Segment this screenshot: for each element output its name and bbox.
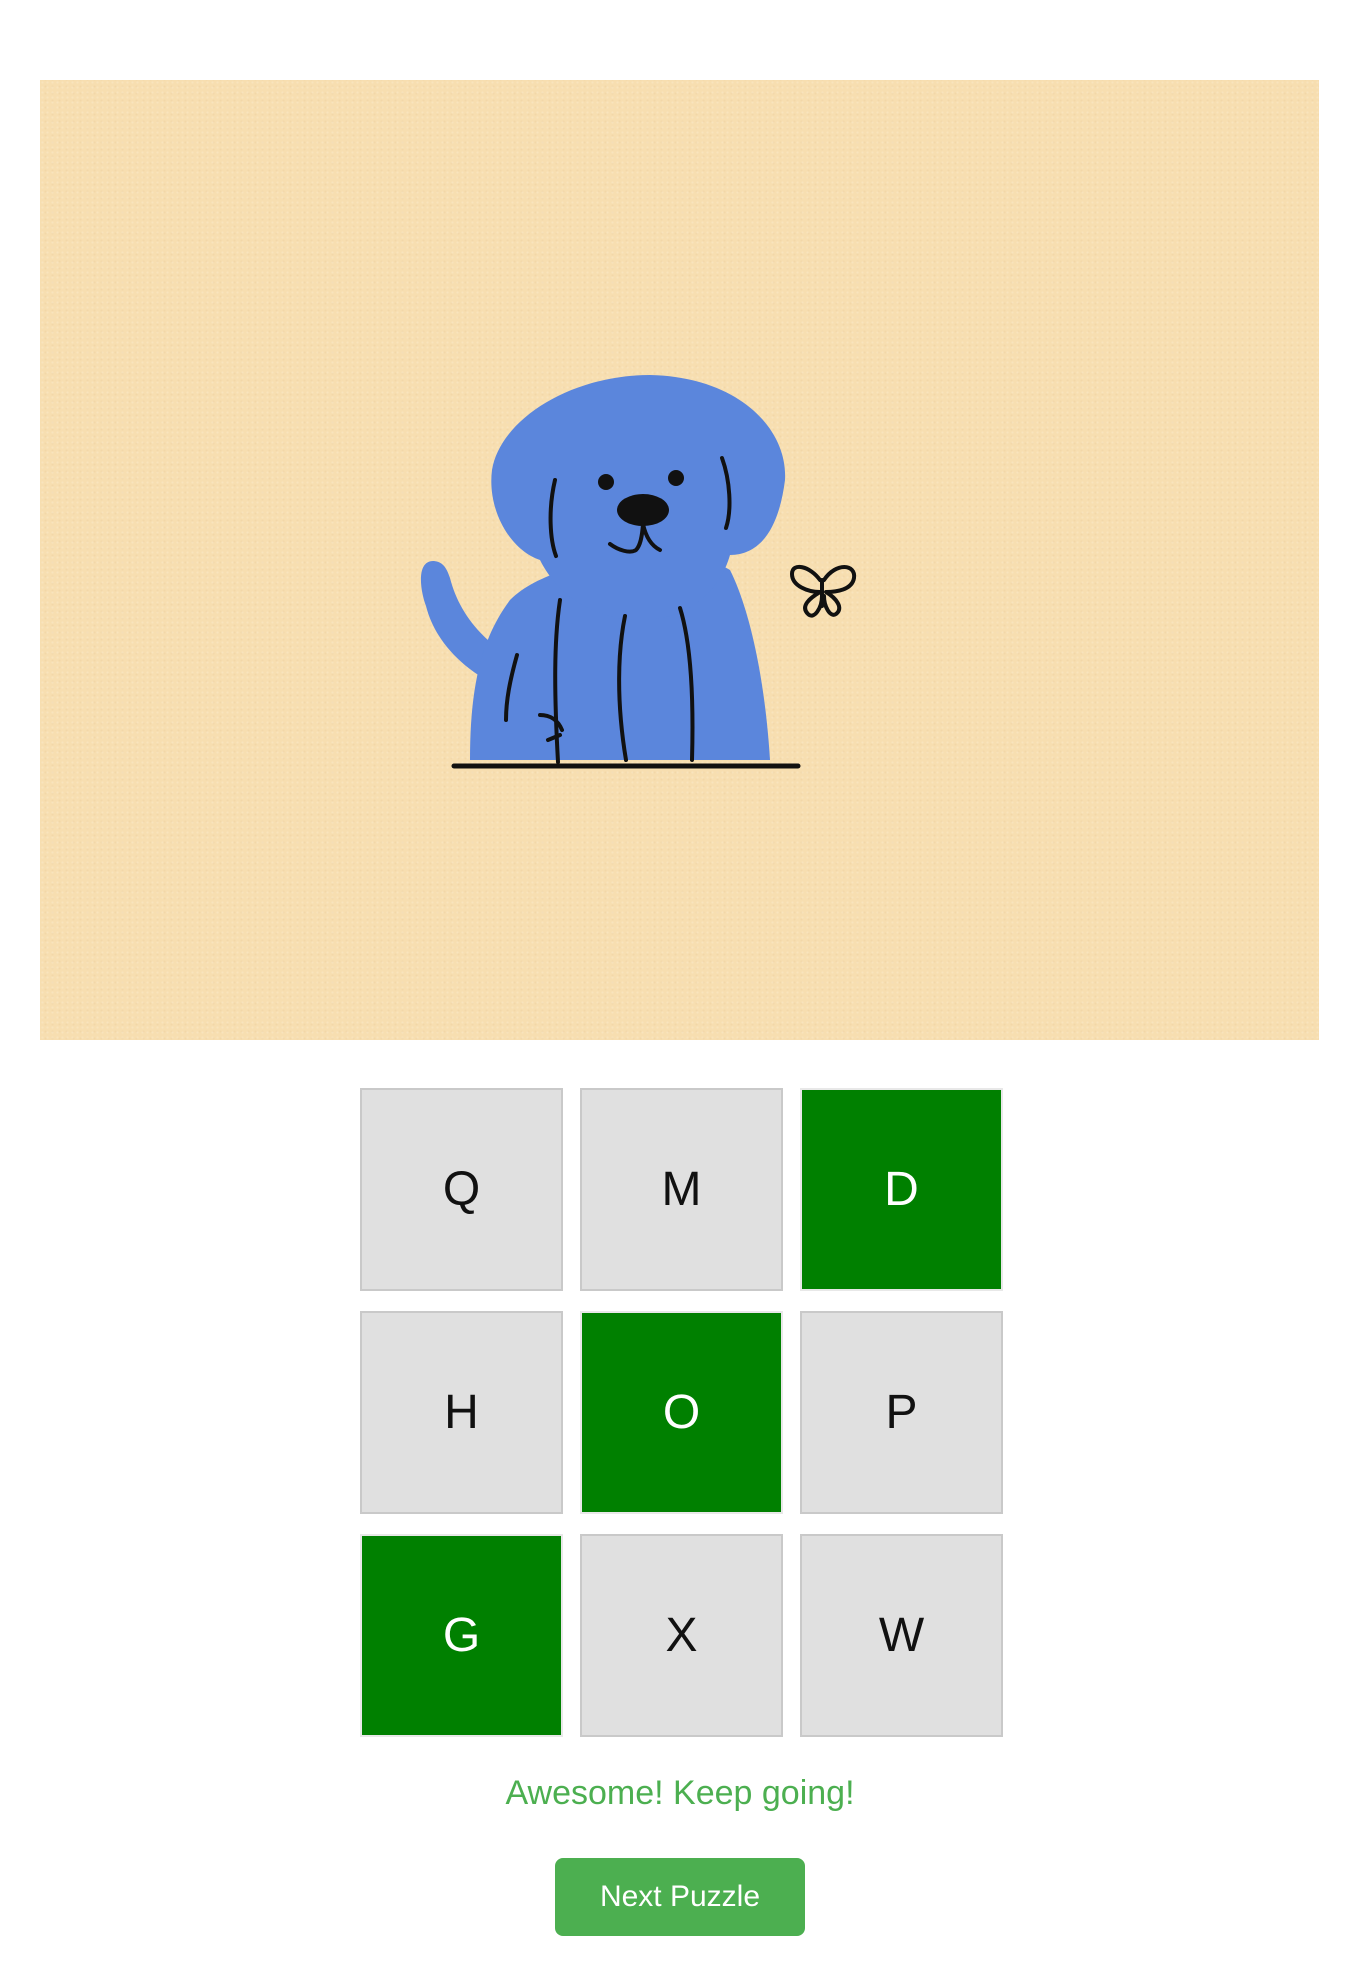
feedback-message: Awesome! Keep going! [505,1774,855,1812]
puzzle-picture [40,80,1319,1040]
letter-tile[interactable]: O [580,1311,783,1514]
letter-grid: Q M D H O P G X W [360,1088,1003,1737]
dog-eye-left [598,474,614,490]
next-puzzle-button[interactable]: Next Puzzle [555,1858,805,1936]
letter-tile[interactable]: W [800,1534,1003,1737]
dog-eye-right [668,470,684,486]
letter-tile[interactable]: G [360,1534,563,1737]
butterfly-icon [790,564,857,618]
dog-nose [617,494,669,526]
puzzle-page: Q M D H O P G X W Awesome! Keep going! N… [0,0,1360,1976]
letter-tile[interactable]: M [580,1088,783,1291]
letter-tile[interactable]: X [580,1534,783,1737]
letter-tile[interactable]: D [800,1088,1003,1291]
letter-tile[interactable]: P [800,1311,1003,1514]
letter-tile[interactable]: Q [360,1088,563,1291]
dog-illustration [420,375,857,769]
letter-tile[interactable]: H [360,1311,563,1514]
